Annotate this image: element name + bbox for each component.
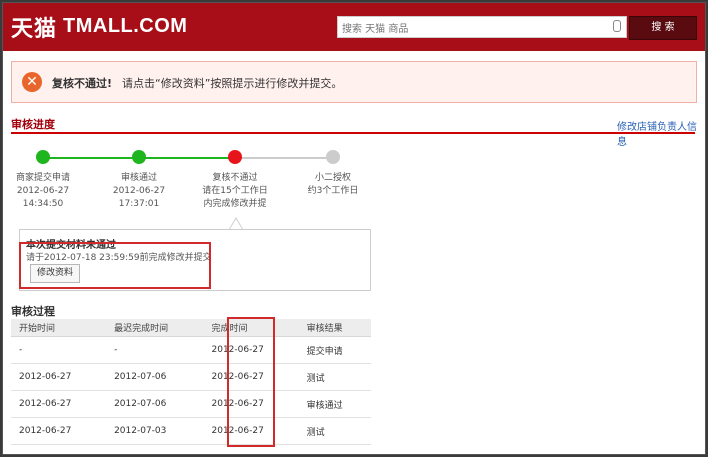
step-name: 商家提交申请	[15, 173, 70, 183]
cell-start: 2012-06-27	[11, 363, 107, 391]
highlight-deadline-box	[19, 242, 211, 289]
step-dot-approved	[132, 150, 146, 164]
cell-result: 提交申请	[298, 336, 371, 364]
cell-deadline: -	[106, 336, 204, 364]
info-box-pointer-inner	[230, 219, 242, 229]
search-box	[337, 16, 627, 40]
step-label-3: 复核不通过 请在15个工作日 内完成修改并提	[190, 172, 280, 211]
step-dot-authorization	[326, 150, 340, 164]
section-divider	[11, 132, 695, 134]
step-time: 17:37:01	[118, 199, 160, 209]
table-row: 2012-06-27 2012-07-06 2012-06-27 测试	[11, 363, 371, 391]
cell-start: 2012-06-27	[11, 390, 107, 418]
track-segment-2	[139, 157, 235, 159]
step-date: 2012-06-27	[16, 186, 70, 196]
page-frame: 天猫 TMALL.COM 搜 索 ✕ 复核不通过! 请点击“修改资料”按照提示进…	[2, 2, 706, 455]
table-row: 2012-06-27 2012-07-06 2012-06-27 审核通过	[11, 390, 371, 418]
microphone-icon[interactable]	[613, 20, 621, 32]
table-header-row: 开始时间 最迟完成时间 完成时间 审核结果	[11, 319, 371, 337]
table-row: - - 2012-06-27 提交申请	[11, 336, 371, 364]
cell-deadline: 2012-07-03	[106, 417, 204, 445]
highlight-result-column	[227, 317, 275, 447]
step-note-1: 约3个工作日	[307, 186, 359, 196]
col-result: 审核结果	[298, 319, 371, 337]
step-name: 复核不通过	[212, 173, 258, 183]
col-deadline: 最迟完成时间	[106, 319, 204, 337]
history-section-title: 审核过程	[11, 305, 55, 318]
step-note-1: 请在15个工作日	[202, 186, 268, 196]
cell-start: 2012-06-27	[11, 417, 107, 445]
step-label-2: 审核通过 2012-06-27 17:37:01	[94, 172, 184, 211]
track-segment-3	[235, 157, 333, 159]
col-start-time: 开始时间	[11, 319, 107, 337]
search-input[interactable]	[338, 19, 606, 40]
cell-result: 测试	[298, 363, 371, 391]
cell-start: -	[11, 336, 107, 364]
review-failed-alert: ✕ 复核不通过! 请点击“修改资料”按照提示进行修改并提交。	[11, 61, 697, 103]
top-header: 天猫 TMALL.COM 搜 索	[3, 3, 705, 51]
alert-title: 复核不通过!	[52, 77, 113, 90]
table-row: 2012-06-27 2012-07-03 2012-06-27 测试	[11, 417, 371, 445]
step-name: 小二授权	[314, 173, 351, 183]
track-segment-1	[43, 157, 139, 159]
step-name: 审核通过	[120, 173, 157, 183]
cell-result: 审核通过	[298, 390, 371, 418]
alert-message: 请点击“修改资料”按照提示进行修改并提交。	[122, 77, 343, 90]
step-date: 2012-06-27	[112, 186, 166, 196]
step-note-2: 内完成修改并提	[203, 199, 267, 209]
review-history-table: 开始时间 最迟完成时间 完成时间 审核结果 - - 2012-06-27 提交申…	[11, 319, 371, 445]
step-label-4: 小二授权 约3个工作日	[288, 172, 378, 198]
step-dot-recheck-failed	[228, 150, 242, 164]
logo-chinese[interactable]: 天猫	[11, 11, 57, 43]
error-x-icon: ✕	[22, 72, 42, 92]
logo-english[interactable]: TMALL.COM	[63, 15, 187, 38]
step-label-1: 商家提交申请 2012-06-27 14:34:50	[3, 172, 88, 211]
search-button[interactable]: 搜 索	[629, 16, 697, 40]
cell-deadline: 2012-07-06	[106, 390, 204, 418]
step-time: 14:34:50	[22, 199, 64, 209]
cell-result: 测试	[298, 417, 371, 445]
step-dot-submitted	[36, 150, 50, 164]
progress-section-title: 审核进度	[11, 118, 55, 131]
cell-deadline: 2012-07-06	[106, 363, 204, 391]
